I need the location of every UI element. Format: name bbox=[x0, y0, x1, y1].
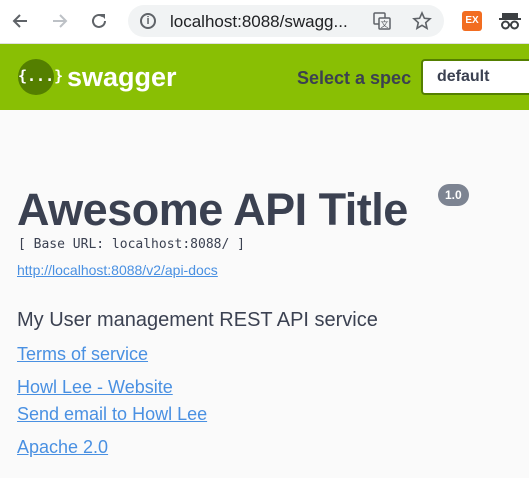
translate-icon[interactable]: 文 bbox=[373, 12, 391, 35]
email-link[interactable]: Send email to Howl Lee bbox=[17, 404, 207, 425]
reload-icon[interactable] bbox=[87, 9, 111, 33]
license-link[interactable]: Apache 2.0 bbox=[17, 437, 108, 458]
bookmark-star-icon[interactable] bbox=[412, 11, 432, 36]
api-docs-link[interactable]: http://localhost:8088/v2/api-docs bbox=[17, 262, 218, 278]
svg-text:文: 文 bbox=[381, 19, 389, 29]
back-icon[interactable] bbox=[8, 9, 32, 33]
extension-icon[interactable]: EX bbox=[462, 11, 482, 31]
website-link[interactable]: Howl Lee - Website bbox=[17, 377, 173, 398]
url-text: localhost:8088/swagg... bbox=[170, 12, 348, 31]
spec-select[interactable]: default bbox=[421, 59, 529, 95]
select-spec-label: Select a spec bbox=[297, 68, 412, 88]
browser-toolbar: i localhost:8088/swagg... 文 EX bbox=[0, 0, 529, 44]
api-description: My User management REST API service bbox=[17, 309, 378, 331]
address-bar[interactable]: i localhost:8088/swagg... 文 bbox=[128, 5, 444, 37]
info-icon[interactable]: i bbox=[140, 13, 156, 29]
incognito-icon[interactable] bbox=[498, 10, 522, 37]
api-info-section: Awesome API Title 1.0 [ Base URL: localh… bbox=[0, 110, 529, 478]
base-url: [ Base URL: localhost:8088/ ] bbox=[18, 237, 245, 252]
swagger-logo-icon[interactable]: {...} bbox=[18, 59, 63, 95]
forward-icon[interactable] bbox=[48, 9, 72, 33]
swagger-topbar: {...} swagger Select a spec default bbox=[0, 44, 529, 110]
version-badge: 1.0 bbox=[438, 184, 469, 206]
api-title: Awesome API Title bbox=[17, 184, 408, 235]
spec-select-value: default bbox=[437, 68, 490, 85]
swagger-logo-text[interactable]: swagger bbox=[67, 62, 177, 93]
terms-of-service-link[interactable]: Terms of service bbox=[17, 344, 148, 365]
